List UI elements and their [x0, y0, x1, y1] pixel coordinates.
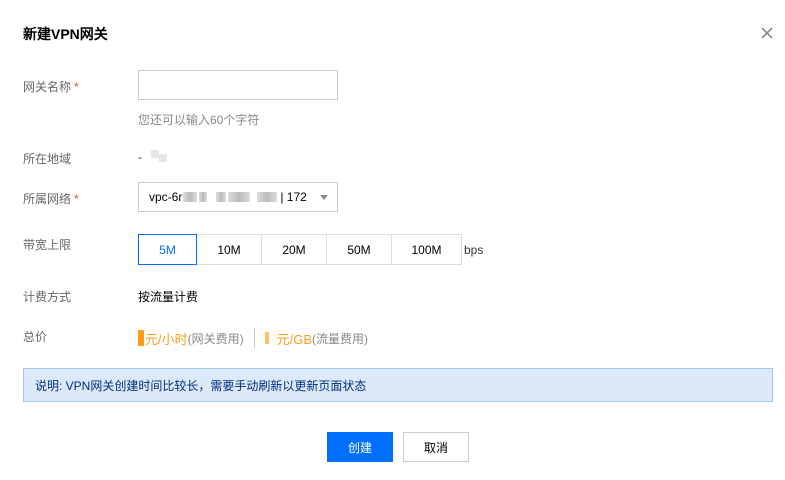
region-value: - — [138, 149, 167, 164]
required-mark: * — [74, 192, 79, 206]
close-icon[interactable] — [758, 24, 776, 42]
create-button[interactable]: 创建 — [327, 432, 393, 462]
info-notice: 说明: VPN网关创建时间比较长，需要手动刷新以更新页面状态 — [23, 368, 773, 402]
price-divider — [253, 328, 255, 348]
redacted-block — [257, 192, 278, 202]
vpc-select[interactable]: vpc-6r | 172 — [138, 182, 338, 212]
network-label: 所属网络 * — [23, 190, 79, 207]
required-mark: * — [74, 80, 79, 94]
traffic-price-unit: 元/GB — [276, 331, 313, 347]
hourly-price-unit: 元/小时 — [145, 331, 188, 347]
traffic-price-note: (流量费用) — [312, 331, 369, 346]
price-summary: 元/小时 (网关费用) 元/GB (流量费用) — [138, 328, 368, 348]
bandwidth-label: 带宽上限 — [23, 238, 72, 252]
gateway-name-input[interactable] — [138, 70, 338, 100]
redacted-block — [183, 192, 198, 202]
redacted-block — [199, 192, 208, 202]
vpc-select-suffix: | 172 — [280, 190, 307, 204]
billing-value: 按流量计费 — [138, 290, 199, 304]
redacted-block — [216, 192, 227, 202]
price-label: 总价 — [23, 330, 48, 344]
price-loading-bar — [264, 332, 269, 344]
bandwidth-unit: bps — [464, 243, 484, 257]
bandwidth-option-100m[interactable]: 100M — [391, 234, 462, 265]
network-label-text: 所属网络 — [23, 192, 72, 206]
billing-label: 计费方式 — [23, 290, 72, 304]
bandwidth-options: 5M 10M 20M 50M 100M — [138, 234, 462, 265]
hourly-price-note: (网关费用) — [187, 331, 244, 346]
redacted-block — [228, 192, 251, 202]
price-loading-bar — [138, 330, 144, 346]
bandwidth-option-50m[interactable]: 50M — [326, 234, 392, 265]
region-value-text: - — [138, 150, 142, 164]
vpc-select-prefix: vpc-6r — [149, 190, 183, 204]
dialog-title: 新建VPN网关 — [23, 26, 108, 42]
bandwidth-option-10m[interactable]: 10M — [196, 234, 262, 265]
region-label: 所在地域 — [23, 152, 72, 166]
bandwidth-option-5m[interactable]: 5M — [138, 234, 197, 265]
redacted-block — [158, 153, 167, 162]
bandwidth-option-20m[interactable]: 20M — [261, 234, 327, 265]
gateway-name-label-text: 网关名称 — [23, 80, 72, 94]
info-notice-text: 说明: VPN网关创建时间比较长，需要手动刷新以更新页面状态 — [35, 378, 367, 393]
chevron-down-icon — [320, 195, 328, 200]
cancel-button[interactable]: 取消 — [403, 432, 469, 462]
gateway-name-label: 网关名称 * — [23, 78, 79, 95]
gateway-name-hint: 您还可以输入60个字符 — [138, 113, 260, 127]
